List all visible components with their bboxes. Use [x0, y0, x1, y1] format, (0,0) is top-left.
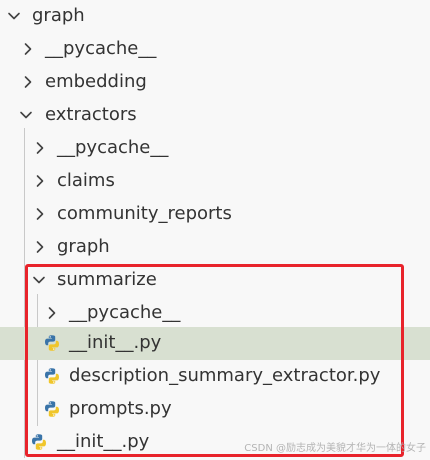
tree-item-label: embedding [45, 71, 147, 92]
tree-item-prompts-py[interactable]: prompts.py [0, 393, 430, 426]
chevron-right-icon[interactable] [32, 239, 48, 255]
chevron-right-icon[interactable] [32, 140, 48, 156]
tree-item-label: graph [57, 236, 110, 257]
tree-item-label: __init__.py [69, 332, 162, 353]
tree-item-embedding[interactable]: embedding [0, 66, 430, 99]
tree-item-init-py-selected[interactable]: __init__.py [0, 327, 430, 360]
tree-item-label: summarize [57, 269, 157, 290]
tree-item-pycache[interactable]: __pycache__ [0, 33, 430, 66]
chevron-down-icon[interactable] [18, 107, 34, 123]
chevron-right-icon[interactable] [32, 206, 48, 222]
chevron-right-icon[interactable] [20, 74, 36, 90]
tree-item-summarize[interactable]: summarize [0, 264, 430, 297]
chevron-right-icon[interactable] [32, 173, 48, 189]
tree-item-label: __pycache__ [69, 302, 181, 323]
chevron-down-icon[interactable] [6, 8, 22, 24]
chevron-down-icon[interactable] [31, 272, 47, 288]
file-explorer-tree: graph __pycache__ embedding extractors _… [0, 0, 430, 460]
tree-item-label: __pycache__ [45, 38, 157, 59]
tree-item-label: extractors [45, 104, 137, 125]
tree-item-graph[interactable]: graph [0, 0, 430, 33]
python-icon [43, 367, 61, 385]
tree-item-extractors[interactable]: extractors [0, 99, 430, 132]
tree-item-label: __pycache__ [57, 137, 169, 158]
chevron-right-icon[interactable] [20, 41, 36, 57]
python-icon [43, 400, 61, 418]
python-icon [43, 334, 61, 352]
tree-item-claims[interactable]: claims [0, 165, 430, 198]
tree-item-community-reports[interactable]: community_reports [0, 198, 430, 231]
tree-item-label: claims [57, 170, 115, 191]
tree-item-label: community_reports [57, 203, 232, 224]
tree-item-label: graph [32, 5, 85, 26]
watermark: CSDN @励志成为美貌才华为一体的女子 [244, 443, 426, 454]
tree-item-label: __init__.py [57, 431, 150, 452]
tree-item-graph-sub[interactable]: graph [0, 231, 430, 264]
tree-item-label: description_summary_extractor.py [69, 365, 381, 386]
chevron-right-icon[interactable] [44, 305, 60, 321]
tree-item-label: prompts.py [69, 398, 172, 419]
tree-item-description-summary-extractor-py[interactable]: description_summary_extractor.py [0, 360, 430, 393]
tree-item-pycache[interactable]: __pycache__ [0, 297, 430, 330]
tree-item-pycache[interactable]: __pycache__ [0, 132, 430, 165]
python-icon [30, 433, 48, 451]
